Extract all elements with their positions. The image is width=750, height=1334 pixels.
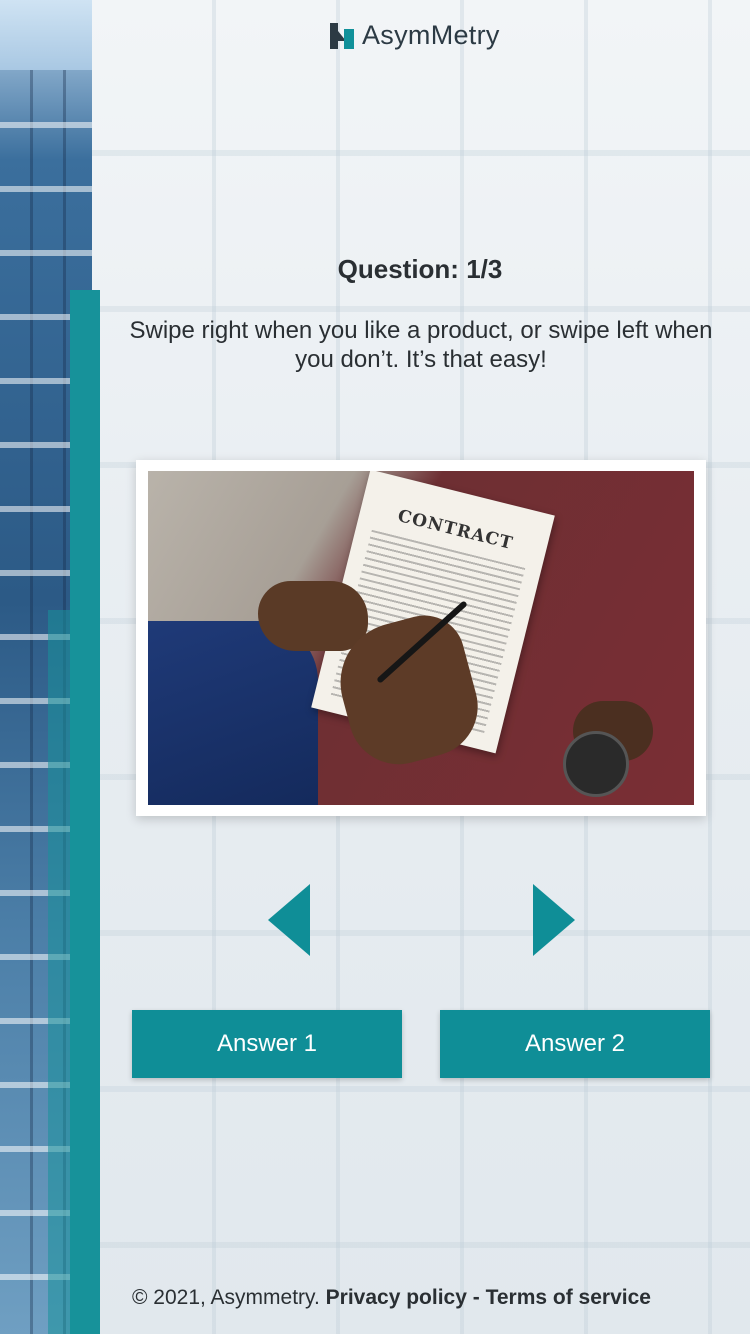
footer: © 2021, Asymmetry. Privacy policy - Term…: [132, 1286, 651, 1310]
copyright-text: © 2021, Asymmetry.: [132, 1286, 320, 1309]
question-counter: Question: 1/3: [337, 254, 503, 284]
decor-bar: [70, 290, 100, 1334]
footer-separator: -: [472, 1286, 480, 1309]
logo-mark-icon: [330, 22, 354, 49]
product-image: CONTRACT: [148, 471, 694, 805]
answer-1-button[interactable]: Answer 1: [132, 1010, 402, 1078]
swipe-left-icon[interactable]: [268, 884, 310, 956]
decor-bar-secondary: [48, 610, 70, 1334]
answer-2-button[interactable]: Answer 2: [440, 1010, 710, 1078]
question-instructions: Swipe right when you like a product, or …: [129, 317, 713, 373]
swipe-right-icon[interactable]: [533, 884, 575, 956]
terms-of-service-link[interactable]: Terms of service: [486, 1286, 651, 1309]
brand-logo: AsymMetry: [330, 20, 500, 51]
brand-name: AsymMetry: [362, 20, 500, 50]
privacy-policy-link[interactable]: Privacy policy: [326, 1286, 467, 1309]
hand-shape: [258, 581, 368, 651]
product-card[interactable]: CONTRACT: [136, 460, 706, 816]
watch-shape: [563, 731, 629, 797]
sky-strip: [0, 0, 92, 70]
